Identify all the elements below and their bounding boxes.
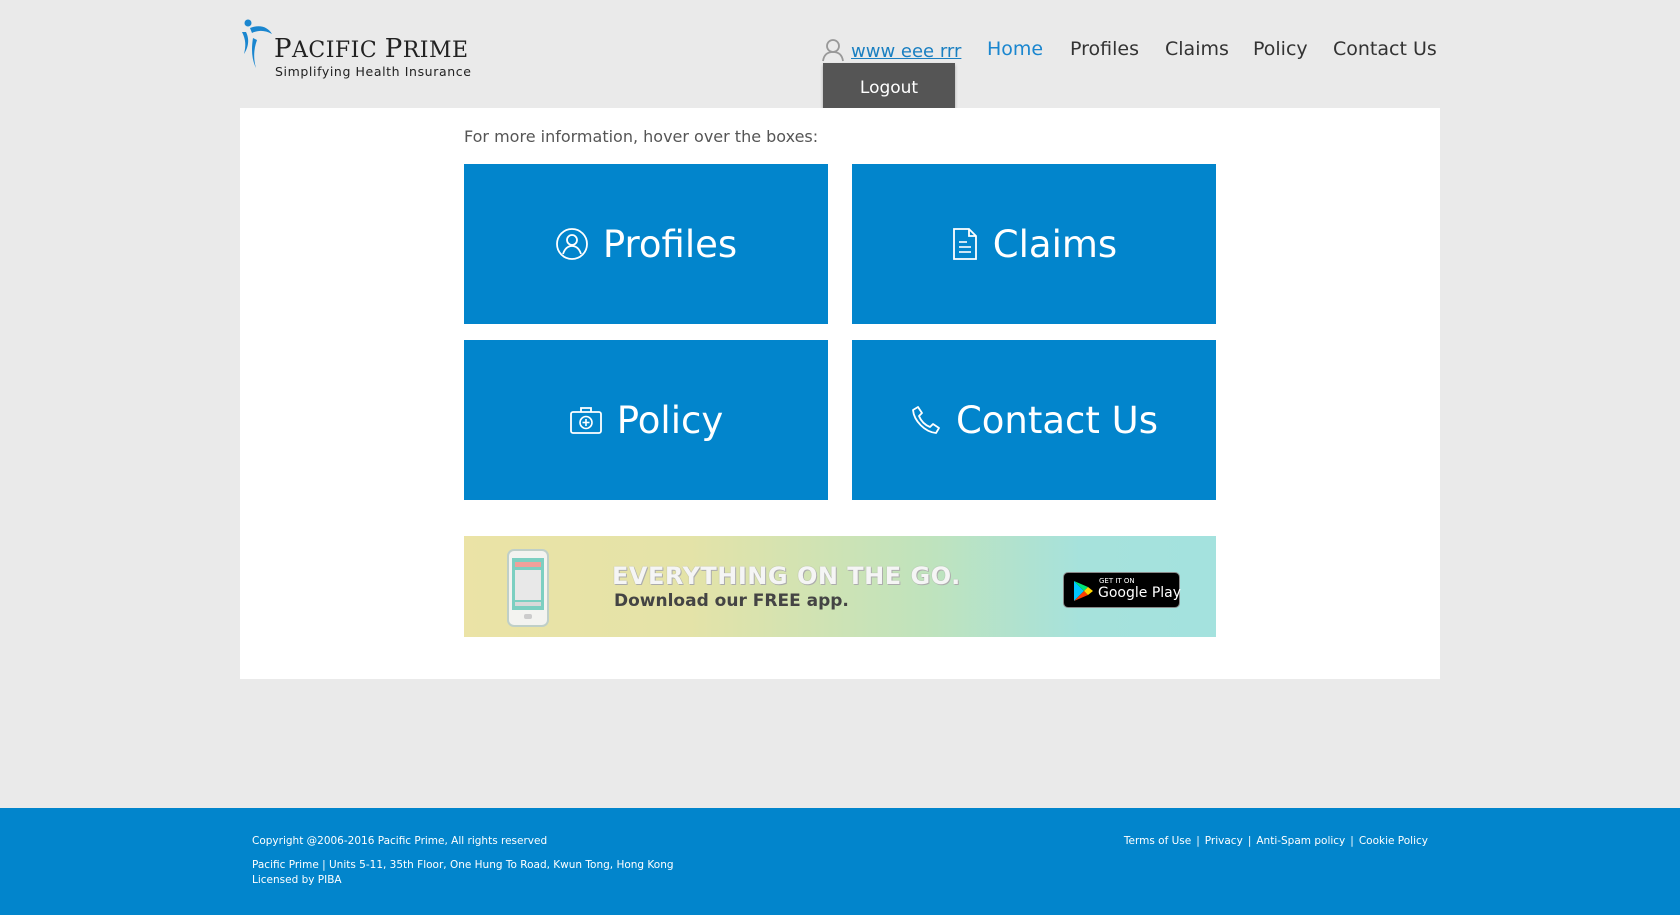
footer-link-privacy[interactable]: Privacy <box>1205 835 1243 847</box>
banner-subline: Download our FREE app. <box>614 591 849 611</box>
site-footer: Copyright @2006-2016 Pacific Prime, All … <box>0 808 1680 915</box>
google-play-small-text: GET IT ON <box>1099 577 1135 585</box>
user-icon <box>822 39 844 62</box>
address-text: Pacific Prime | Units 5-11, 35th Floor, … <box>252 859 674 871</box>
footer-link-cookie[interactable]: Cookie Policy <box>1359 835 1428 847</box>
tile-claims[interactable]: Claims <box>852 164 1216 324</box>
license-text: Licensed by PIBA <box>252 874 342 886</box>
profile-icon <box>555 227 589 261</box>
tile-claims-label: Claims <box>992 222 1118 266</box>
tile-policy-label: Policy <box>616 398 724 442</box>
nav-contact-us[interactable]: Contact Us <box>1333 38 1437 60</box>
intro-text: For more information, hover over the box… <box>464 127 819 146</box>
google-play-big-text: Google Play <box>1098 585 1182 601</box>
main-panel: For more information, hover over the box… <box>240 108 1440 679</box>
footer-links: Terms of Use | Privacy | Anti-Spam policy | Co… <box>1123 835 1428 847</box>
medical-kit-icon <box>569 405 603 435</box>
tile-contact-us-label: Contact Us <box>955 398 1159 442</box>
nav-policy[interactable]: Policy <box>1253 38 1308 60</box>
phone-icon <box>910 404 942 436</box>
google-play-badge[interactable]: GET IT ON Google Play <box>1063 572 1182 608</box>
site-header: PACIFIC PRIME Simplifying Health Insuran… <box>0 0 1680 113</box>
tile-policy[interactable]: Policy <box>464 340 828 500</box>
tile-profiles[interactable]: Profiles <box>464 164 828 324</box>
pacific-prime-logo[interactable]: PACIFIC PRIME Simplifying Health Insuran… <box>240 18 471 80</box>
footer-link-terms[interactable]: Terms of Use <box>1124 835 1191 847</box>
phone-app-icon <box>507 549 549 627</box>
logo-figure-icon <box>242 19 272 68</box>
copyright-text: Copyright @2006-2016 Pacific Prime, All … <box>252 835 548 847</box>
tile-contact-us[interactable]: Contact Us <box>852 340 1216 500</box>
brand-name: PACIFIC PRIME <box>274 34 469 64</box>
app-download-banner[interactable]: EVERYTHING ON THE GO. Download our FREE … <box>464 536 1216 637</box>
footer-link-anti-spam[interactable]: Anti-Spam policy <box>1256 835 1345 847</box>
tile-profiles-label: Profiles <box>602 222 738 266</box>
banner-headline: EVERYTHING ON THE GO. <box>612 562 961 590</box>
nav-profiles[interactable]: Profiles <box>1070 38 1139 60</box>
logout-button[interactable]: Logout <box>823 63 955 113</box>
nav-claims[interactable]: Claims <box>1165 38 1229 60</box>
brand-tagline: Simplifying Health Insurance <box>275 64 472 79</box>
document-icon <box>951 227 979 261</box>
google-play-icon <box>1074 581 1093 601</box>
user-name-link[interactable]: www eee rrr <box>851 41 961 62</box>
nav-home[interactable]: Home <box>987 38 1043 60</box>
